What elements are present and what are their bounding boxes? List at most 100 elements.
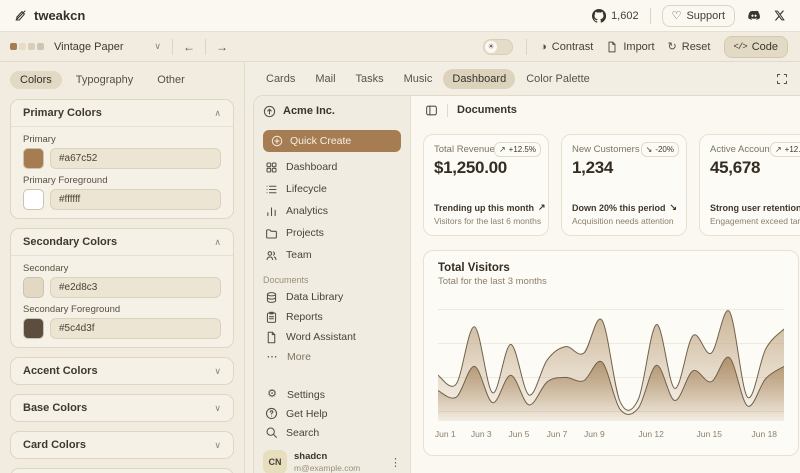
github-icon xyxy=(592,9,606,23)
stat-value: 1,234 xyxy=(572,158,676,178)
theme-selector[interactable]: Vintage Paper ∨ ← → xyxy=(0,32,245,61)
section-header[interactable]: Secondary Colors ∧ xyxy=(11,229,233,255)
tab-color-palette[interactable]: Color Palette xyxy=(517,69,599,89)
sidebar-item-label: More xyxy=(287,351,311,363)
fullscreen-button[interactable] xyxy=(776,73,788,85)
reset-label: Reset xyxy=(682,41,711,53)
editor-tabs: Colors Typography Other xyxy=(10,70,234,90)
sidebar-item-analytics[interactable]: Analytics xyxy=(263,200,401,222)
folder-icon xyxy=(265,227,278,240)
user-menu[interactable]: CN shadcn m@example.com ⋮ xyxy=(263,450,401,473)
plus-circle-icon xyxy=(271,135,283,147)
tab-music[interactable]: Music xyxy=(395,69,442,89)
x-twitter-icon[interactable] xyxy=(773,9,786,22)
sidebar-item-word-assistant[interactable]: Word Assistant xyxy=(263,327,401,347)
stats-row: Total Revenue ↗ +12.5% $1,250.00 Trendin… xyxy=(423,134,800,236)
section-popover-colors: Popover Colors ∨ xyxy=(10,468,234,473)
section-header[interactable]: Accent Colors ∨ xyxy=(11,358,233,384)
sidebar-item-label: Dashboard xyxy=(286,161,337,173)
section-header[interactable]: Primary Colors ∧ xyxy=(11,100,233,126)
sidebar-item-reports[interactable]: Reports xyxy=(263,307,401,327)
sidebar-item-label: Data Library xyxy=(286,291,343,303)
divider xyxy=(172,39,173,55)
sidebar-item-settings[interactable]: ⚙ Settings xyxy=(263,385,401,404)
sidebar-item-label: Team xyxy=(286,249,312,261)
sidebar-item-search[interactable]: Search xyxy=(263,423,401,442)
chart-subtitle: Total for the last 3 months xyxy=(438,276,784,287)
contrast-button[interactable]: ◑ Contrast xyxy=(540,41,593,53)
trend-badge: ↗ +12.5% xyxy=(770,142,800,157)
org-switcher[interactable]: Acme Inc. xyxy=(263,101,401,121)
tab-cards[interactable]: Cards xyxy=(257,69,304,89)
stat-card-new-customers: New Customers ↘ -20% 1,234 Down 20% this… xyxy=(561,134,687,236)
tab-typography[interactable]: Typography xyxy=(66,71,143,89)
sidebar-item-projects[interactable]: Projects xyxy=(263,222,401,244)
badge-value: +12.5% xyxy=(785,145,800,154)
tab-other[interactable]: Other xyxy=(147,71,195,89)
section-header[interactable]: Base Colors ∨ xyxy=(11,395,233,421)
sidebar-item-lifecycle[interactable]: Lifecycle xyxy=(263,178,401,200)
hex-input[interactable]: #a67c52 xyxy=(50,148,221,169)
tab-colors[interactable]: Colors xyxy=(10,71,62,89)
preview-sidebar: Acme Inc. Quick Create Dashboard Lifecyc… xyxy=(254,96,411,473)
color-swatch[interactable] xyxy=(23,277,44,298)
code-icon: </> xyxy=(734,42,747,52)
database-icon xyxy=(265,291,278,304)
stat-foot-sub: Acquisition needs attention xyxy=(572,216,677,226)
sidebar-item-label: Get Help xyxy=(286,408,327,420)
x-tick-label: Jun 3 xyxy=(471,429,492,439)
heart-icon: ♡ xyxy=(672,9,682,22)
sun-icon: ☀ xyxy=(485,41,497,53)
undo-button[interactable]: ← xyxy=(176,40,202,54)
quick-create-button[interactable]: Quick Create xyxy=(263,130,401,152)
section-header[interactable]: Card Colors ∨ xyxy=(11,432,233,458)
sidebar-item-label: Analytics xyxy=(286,205,328,217)
preview-main: Documents Total Revenue ↗ +12.5% $1,250.… xyxy=(411,96,800,473)
discord-icon[interactable] xyxy=(746,8,762,24)
theme-mode-toggle[interactable]: ☀ xyxy=(483,39,513,55)
section-title: Accent Colors xyxy=(23,365,98,377)
x-tick-label: Jun 18 xyxy=(752,429,778,439)
area-chart xyxy=(438,299,784,421)
sidebar-item-data-library[interactable]: Data Library xyxy=(263,287,401,307)
color-swatch[interactable] xyxy=(23,148,44,169)
sidebar-item-team[interactable]: Team xyxy=(263,244,401,266)
stat-foot-sub: Engagement exceed targets xyxy=(710,216,800,226)
tab-mail[interactable]: Mail xyxy=(306,69,344,89)
divider xyxy=(650,8,651,24)
sidebar-item-more[interactable]: ⋯ More xyxy=(263,347,401,367)
hex-input[interactable]: #e2d8c3 xyxy=(50,277,221,298)
x-tick-label: Jun 1 xyxy=(435,429,456,439)
avatar: CN xyxy=(263,450,287,473)
dashboard-preview: Acme Inc. Quick Create Dashboard Lifecyc… xyxy=(253,95,800,473)
github-stars[interactable]: 1,602 xyxy=(592,9,639,23)
code-button[interactable]: </> Code xyxy=(724,36,789,58)
panel-toggle-icon[interactable] xyxy=(425,104,438,117)
tab-tasks[interactable]: Tasks xyxy=(347,69,393,89)
users-icon xyxy=(265,249,278,262)
tab-dashboard[interactable]: Dashboard xyxy=(443,69,515,89)
theme-swatches xyxy=(10,43,44,50)
reset-button[interactable]: ↻ Reset xyxy=(668,40,711,53)
section-header[interactable]: Popover Colors ∨ xyxy=(11,469,233,473)
color-swatch[interactable] xyxy=(23,189,44,210)
app-header: tweakcn 1,602 ♡ Support xyxy=(0,0,800,32)
fullscreen-icon xyxy=(776,73,788,85)
hex-input[interactable]: #5c4d3f xyxy=(50,318,221,339)
trend-down-icon: ↘ xyxy=(670,202,678,213)
sidebar-utility: ⚙ Settings Get Help Search xyxy=(263,385,401,442)
trend-up-icon: ↗ xyxy=(538,202,546,213)
sidebar-item-get-help[interactable]: Get Help xyxy=(263,404,401,423)
import-button[interactable]: Import xyxy=(606,41,654,53)
hex-input[interactable]: #ffffff xyxy=(50,189,221,210)
help-circle-icon xyxy=(265,407,278,420)
sidebar-item-dashboard[interactable]: Dashboard xyxy=(263,156,401,178)
brand[interactable]: tweakcn xyxy=(14,8,85,23)
divider xyxy=(205,39,206,55)
redo-button[interactable]: → xyxy=(209,40,235,54)
color-swatch[interactable] xyxy=(23,318,44,339)
stat-value: $1,250.00 xyxy=(434,158,538,178)
documents-heading: Documents xyxy=(263,275,401,285)
org-name: Acme Inc. xyxy=(283,105,335,117)
support-button[interactable]: ♡ Support xyxy=(662,5,735,27)
